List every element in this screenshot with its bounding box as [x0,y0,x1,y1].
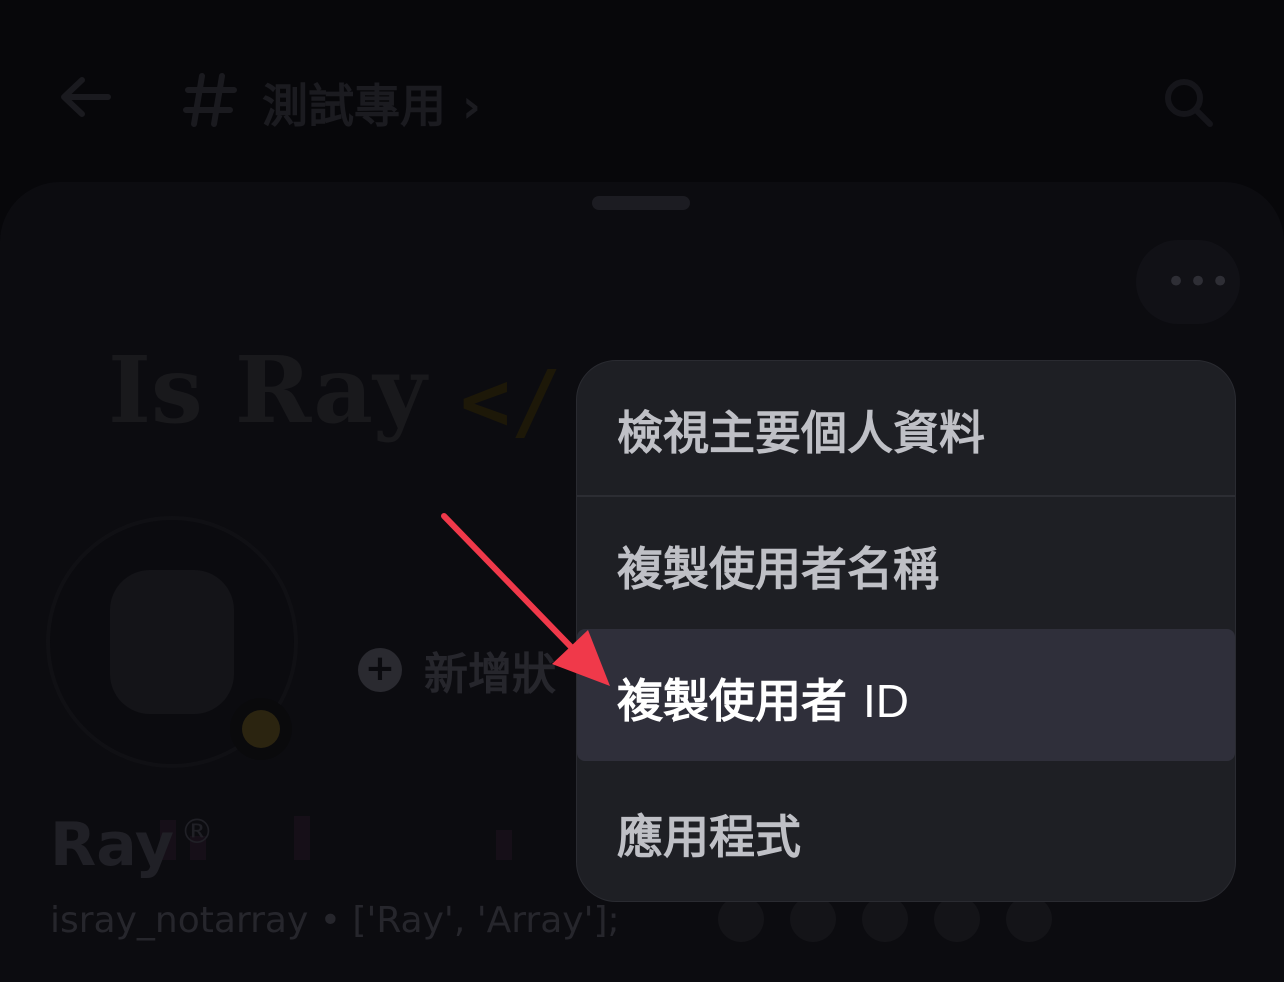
sheet-drag-handle[interactable] [592,196,690,210]
badge-icon[interactable] [1006,896,1052,942]
idle-status-icon [230,698,292,760]
menu-item-label: 複製使用者 ID [617,665,909,731]
menu-item-label-text: 複製使用者 [617,674,847,728]
display-name: Ray [50,810,174,880]
back-arrow-icon[interactable] [56,72,116,122]
decoration-bar [294,816,310,860]
profile-context-menu: 檢視主要個人資料 複製使用者名稱 複製使用者 ID 應用程式 [576,360,1236,902]
profile-banner-code: </ [460,352,562,450]
badge-icon[interactable] [790,896,836,942]
decoration-bar [496,830,512,860]
badge-icon[interactable] [718,896,764,942]
menu-item-label: 複製使用者名稱 [617,542,939,596]
add-status-icon[interactable]: + [358,648,402,692]
username-line: isray_notarray • ['Ray', 'Array']; [50,900,620,941]
badge-icon[interactable] [934,896,980,942]
search-icon[interactable] [1160,74,1216,130]
menu-item-view-main-profile[interactable]: 檢視主要個人資料 [577,361,1235,493]
menu-item-apps[interactable]: 應用程式 [577,765,1235,897]
menu-item-label: 檢視主要個人資料 [617,406,985,460]
avatar-cat-icon [110,570,234,714]
menu-item-copy-username[interactable]: 複製使用者名稱 [577,497,1235,629]
channel-title[interactable]: 測試專用 › [262,70,481,136]
channel-hash-icon [183,73,237,127]
add-status-label[interactable]: 新增狀 [424,638,556,702]
menu-item-label: 應用程式 [617,810,801,864]
menu-item-copy-user-id[interactable]: 複製使用者 ID [577,629,1235,761]
profile-banner-title: Is Ray [108,336,427,444]
registered-mark: ® [180,812,214,852]
menu-item-label-id: ID [863,675,910,727]
more-dots-icon: ••• [1166,262,1233,302]
top-app-bar: 測試專用 › [0,0,1284,190]
badge-icon[interactable] [862,896,908,942]
